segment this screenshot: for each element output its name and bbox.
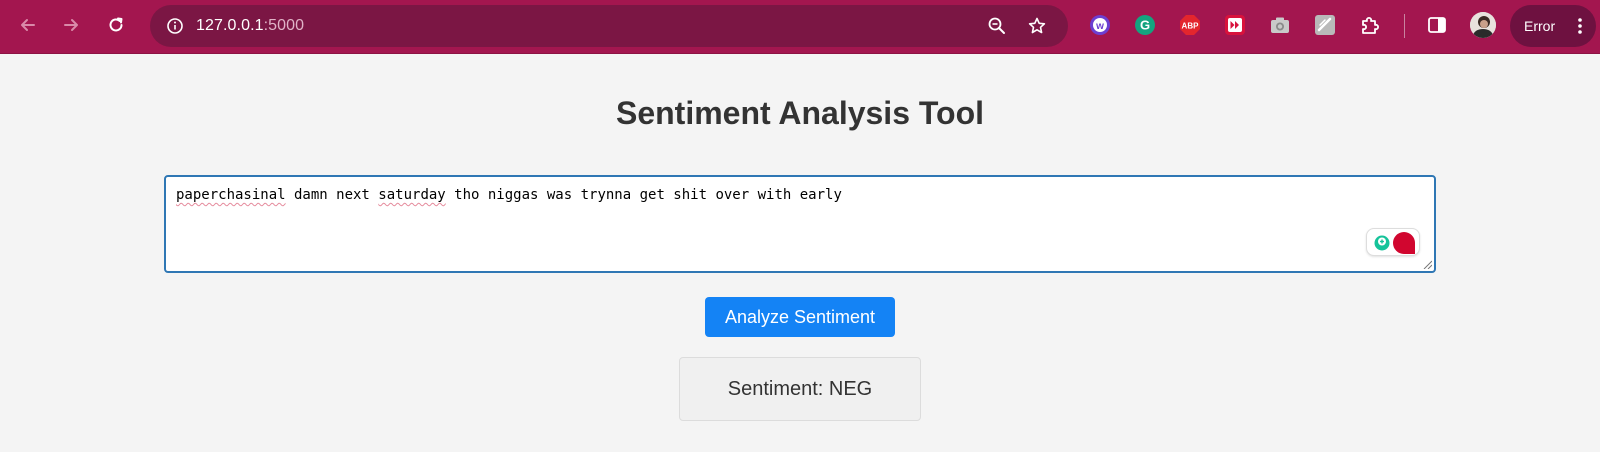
wordtune-icon: w [1090,15,1110,35]
profile-error-button[interactable]: Error [1510,5,1596,47]
url-port: :5000 [263,17,305,34]
browser-toolbar: 127.0.0.1:5000 w G ABP Error [0,0,1600,54]
misspelled-word: saturday [378,187,446,203]
toolbar-divider [1404,14,1405,38]
puzzle-icon [1362,17,1379,34]
camera-icon [1271,17,1289,33]
extension-adblock-plus[interactable]: ABP [1178,13,1202,37]
text-input[interactable]: paperchasinal damn next saturday tho nig… [164,175,1436,273]
extensions-menu-button[interactable] [1358,13,1382,37]
back-button[interactable] [13,10,43,40]
misspelled-word: paperchasinal [176,187,286,203]
text-input-value[interactable]: paperchasinal damn next saturday tho nig… [176,187,1424,203]
extension-stylus[interactable] [1313,13,1337,37]
avatar-image [1470,12,1496,38]
input-text-segment: damn next [285,187,379,203]
svg-text:w: w [1095,21,1104,32]
svg-text:ABP: ABP [1182,22,1200,31]
url-text[interactable]: 127.0.0.1:5000 [196,5,304,47]
stylus-icon [1315,15,1335,35]
address-bar[interactable]: 127.0.0.1:5000 [150,5,1068,47]
forward-button[interactable] [56,10,86,40]
adblock-plus-icon: ABP [1180,15,1200,35]
grammarly-widget[interactable] [1366,228,1420,256]
zoom-button[interactable] [984,13,1010,39]
extension-grammarly[interactable]: G [1133,13,1157,37]
info-icon [167,18,183,34]
grammarly-alert-icon [1393,232,1415,254]
video-speed-icon [1225,15,1245,35]
reload-icon [109,17,123,32]
sentiment-result: Sentiment: NEG [679,357,921,421]
grammarly-icon: G [1135,15,1155,35]
site-info-button[interactable] [162,13,188,39]
input-text-segment: tho niggas was trynna get shit over with… [445,187,842,203]
grammarly-plus-icon [1374,235,1390,251]
resize-handle-icon[interactable] [1422,259,1432,269]
page-title: Sentiment Analysis Tool [615,95,985,131]
analyze-sentiment-button[interactable]: Analyze Sentiment [705,297,895,337]
arrow-right-icon [64,19,78,31]
side-panel-button[interactable] [1425,13,1449,37]
bookmark-button[interactable] [1024,13,1050,39]
extension-screenshot[interactable] [1268,13,1292,37]
zoom-out-icon [988,17,1005,34]
url-host: 127.0.0.1 [196,17,264,34]
extension-video-speed[interactable] [1223,13,1247,37]
svg-text:G: G [1140,18,1150,33]
reload-button[interactable] [101,10,131,40]
profile-error-label: Error [1524,18,1556,34]
extension-wordtune[interactable]: w [1088,13,1112,37]
star-icon [1028,17,1046,34]
side-panel-icon [1428,17,1446,33]
profile-avatar[interactable] [1470,12,1496,38]
arrow-left-icon [21,19,35,31]
kebab-menu-icon[interactable] [1570,16,1590,36]
